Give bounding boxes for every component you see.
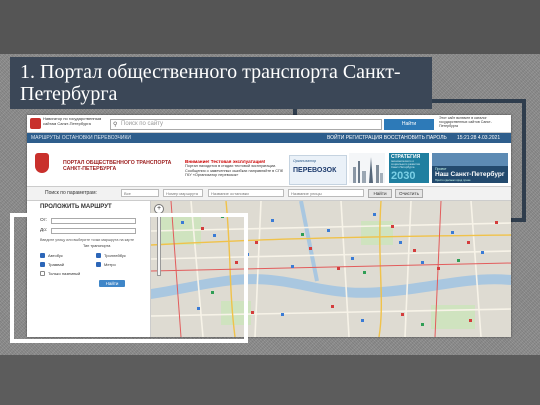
test-warning: Внимание! Тестовая эксплуатация! Портал … xyxy=(185,159,285,177)
nash-spb-sub: Просто сделаем город лучше xyxy=(435,178,471,182)
strategy-2030-banner[interactable]: СТРАТЕГИЯ экономического и социального р… xyxy=(389,153,429,183)
portal-banner: ПОРТАЛ ОБЩЕСТВЕННОГО ТРАНСПОРТА САНКТ-ПЕ… xyxy=(27,143,511,187)
gov-navigator-text[interactable]: Навигатор по государственным сайтам Санк… xyxy=(43,116,103,126)
nav-auth-links[interactable]: ВОЙТИ РЕГИСТРАЦИЯ ВОССТАНОВИТЬ ПАРОЛЬ xyxy=(327,134,447,142)
nash-spb-banner[interactable]: Проект Наш Санкт-Петербург Просто сделае… xyxy=(432,153,508,183)
site-search-input[interactable]: ⚲ Поиск по сайту xyxy=(110,119,382,130)
transport-type-select[interactable]: Все xyxy=(121,189,159,197)
skyline-icon xyxy=(349,153,385,183)
top-band xyxy=(0,0,540,54)
strategy-subtitle: экономического и социального развития Са… xyxy=(391,159,420,170)
coat-of-arms-icon xyxy=(35,153,49,173)
spb-flag-icon xyxy=(30,118,41,129)
organizer-logo[interactable]: Организатор ПЕРЕВОЗОК xyxy=(289,155,347,185)
route-number-input[interactable]: Номер маршрута xyxy=(163,189,203,197)
test-warning-text: Портал находится в стадии тестовой экспл… xyxy=(185,164,283,177)
nav-menu-items[interactable]: МАРШРУТЫ ОСТАНОВКИ ПЕРЕВОЗЧИКИ xyxy=(31,134,131,142)
site-search-button[interactable]: Найти xyxy=(384,119,434,130)
gov-header: Навигатор по государственным сайтам Санк… xyxy=(27,115,511,133)
portal-title[interactable]: ПОРТАЛ ОБЩЕСТВЕННОГО ТРАНСПОРТА САНКТ-ПЕ… xyxy=(63,160,178,172)
stop-name-input[interactable]: Название остановки xyxy=(208,189,284,197)
organizer-logo-small: Организатор xyxy=(293,159,317,163)
route-planner-title: ПРОЛОЖИТЬ МАРШРУТ xyxy=(40,204,112,210)
parameter-find-button[interactable]: Найти xyxy=(368,189,392,198)
parameter-search-bar: Поиск по параметрам: Все Номер маршрута … xyxy=(27,187,511,201)
decorative-frame-white xyxy=(10,213,248,343)
parameter-clear-button[interactable]: Очистить xyxy=(395,189,423,198)
nash-spb-title: Наш Санкт-Петербург xyxy=(435,171,505,178)
organizer-logo-big: ПЕРЕВОЗОК xyxy=(293,167,337,174)
street-name-input[interactable]: Название улицы xyxy=(288,189,364,197)
slide-title: 1. Портал общественного транспорта Санкт… xyxy=(20,61,401,105)
site-search-placeholder: Поиск по сайту xyxy=(121,121,164,127)
main-nav: МАРШРУТЫ ОСТАНОВКИ ПЕРЕВОЗЧИКИ ВОЙТИ РЕГ… xyxy=(27,133,511,143)
search-icon: ⚲ xyxy=(113,122,118,128)
parameter-search-label: Поиск по параметрам: xyxy=(45,190,97,196)
nash-spb-photo xyxy=(432,153,508,166)
nav-datetime: 15:21:28 4.03.2021 xyxy=(457,135,501,141)
strategy-year: 2030 xyxy=(391,170,416,182)
slide-title-box: 1. Портал общественного транспорта Санкт… xyxy=(10,57,432,109)
gov-catalog-text: Этот сайт включен в каталог государствен… xyxy=(439,116,492,128)
bottom-band xyxy=(0,355,540,405)
